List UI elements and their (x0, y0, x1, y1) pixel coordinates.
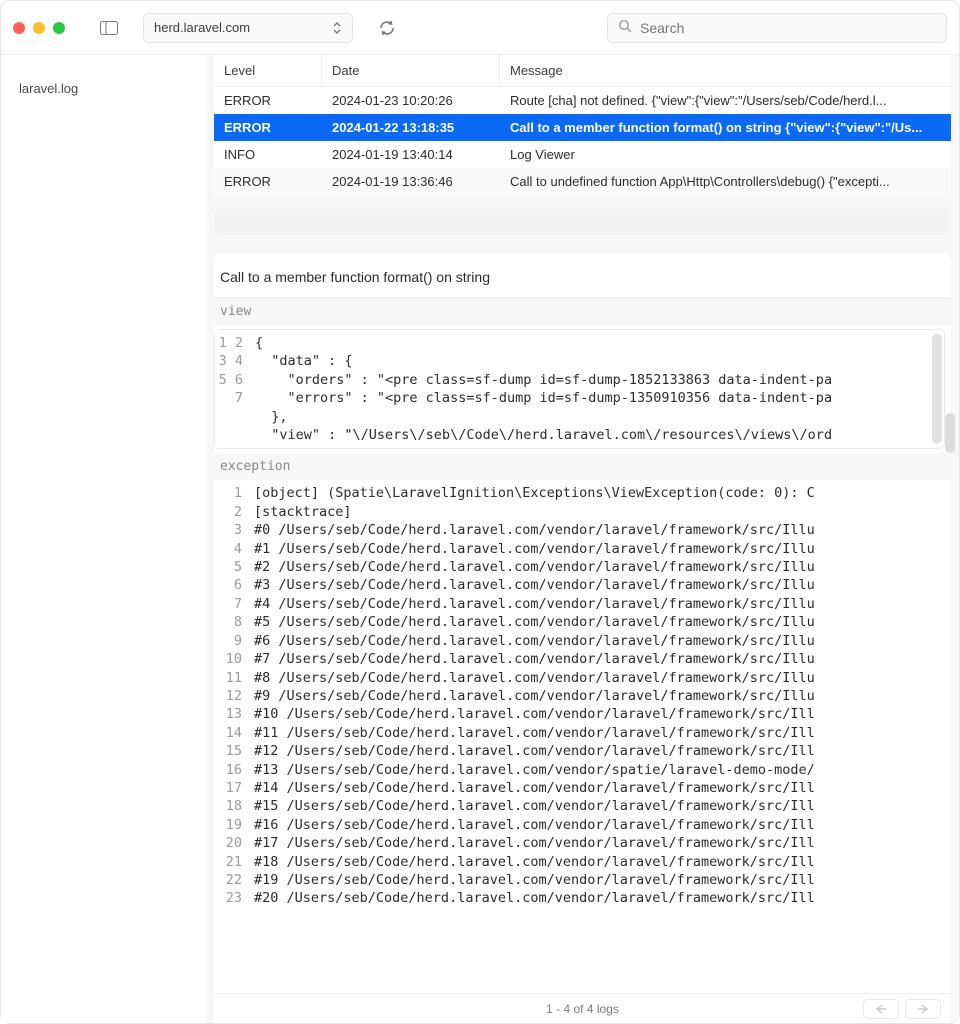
refresh-icon[interactable] (373, 14, 401, 42)
cell-message: Call to a member function format() on st… (510, 120, 941, 135)
cell-message: Log Viewer (510, 147, 941, 162)
detail-title: Call to a member function format() on st… (214, 253, 951, 298)
app-window: herd.laravel.com laravel.log Level Date (0, 0, 960, 1024)
log-detail-pane: Call to a member function format() on st… (214, 253, 951, 1023)
cell-date: 2024-01-19 13:40:14 (332, 147, 510, 162)
table-row[interactable]: ERROR2024-01-22 13:18:35Call to a member… (214, 114, 951, 141)
col-header-level[interactable]: Level (214, 55, 322, 86)
site-select-label: herd.laravel.com (154, 20, 250, 35)
cell-level: ERROR (224, 174, 332, 189)
minimize-window-button[interactable] (33, 22, 45, 34)
search-field[interactable] (607, 13, 947, 43)
close-window-button[interactable] (13, 22, 25, 34)
pager (863, 999, 941, 1019)
status-text: 1 - 4 of 4 logs (546, 1002, 619, 1016)
search-icon (618, 19, 632, 36)
cell-date: 2024-01-19 13:36:46 (332, 174, 510, 189)
cell-level: ERROR (224, 93, 332, 108)
table-row[interactable]: INFO2024-01-19 13:40:14Log Viewer (214, 141, 951, 168)
sidebar-item-logfile[interactable]: laravel.log (1, 77, 206, 100)
chevron-up-down-icon (332, 21, 342, 35)
main-pane: Level Date Message ERROR2024-01-23 10:20… (206, 55, 959, 1023)
cell-level: INFO (224, 147, 332, 162)
cell-date: 2024-01-23 10:20:26 (332, 93, 510, 108)
table-row[interactable]: ERROR2024-01-23 10:20:26Route [cha] not … (214, 87, 951, 114)
col-header-message[interactable]: Message (500, 55, 951, 86)
section-label-view: view (214, 298, 951, 325)
window-controls (13, 22, 65, 34)
sidebar-toggle-icon[interactable] (95, 14, 123, 42)
cell-message: Route [cha] not defined. {"view":{"view"… (510, 93, 941, 108)
maximize-window-button[interactable] (53, 22, 65, 34)
log-table: Level Date Message ERROR2024-01-23 10:20… (214, 55, 951, 195)
cell-level: ERROR (224, 120, 332, 135)
section-label-exception: exception (214, 453, 951, 480)
titlebar: herd.laravel.com (1, 1, 959, 55)
next-page-button[interactable] (905, 999, 941, 1019)
cell-date: 2024-01-22 13:18:35 (332, 120, 510, 135)
table-row[interactable]: ERROR2024-01-19 13:36:46Call to undefine… (214, 168, 951, 195)
spacer-block (214, 209, 951, 235)
scrollbar-thumb[interactable] (945, 413, 955, 453)
col-header-date[interactable]: Date (322, 55, 500, 86)
search-input[interactable] (640, 20, 936, 36)
exception-code-block[interactable]: 1 2 3 4 5 6 7 8 9 10 11 12 13 14 15 16 1… (214, 480, 951, 993)
cell-message: Call to undefined function App\Http\Cont… (510, 174, 941, 189)
table-header: Level Date Message (214, 55, 951, 87)
scrollbar-thumb[interactable] (932, 334, 942, 444)
site-select[interactable]: herd.laravel.com (143, 13, 353, 43)
prev-page-button[interactable] (863, 999, 899, 1019)
view-code-block[interactable]: 1 2 3 4 5 6 7 { "data" : { "orders" : "<… (214, 329, 945, 449)
footer-bar: 1 - 4 of 4 logs (214, 993, 951, 1023)
sidebar: laravel.log (1, 55, 206, 1023)
main-scrollbar[interactable] (945, 113, 957, 987)
